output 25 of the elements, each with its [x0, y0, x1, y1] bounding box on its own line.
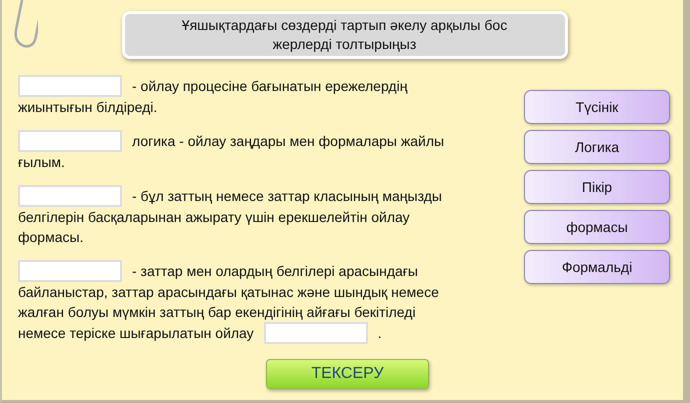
sentence-text: немесе теріске шығарылатын ойлау — [18, 324, 254, 343]
word-tile[interactable]: Түсінік — [524, 90, 670, 124]
word-tile[interactable]: Логика — [524, 130, 670, 164]
sentence-text: ғылым. — [18, 153, 65, 172]
sentence-text: белгілерін басқаларынан ажырату үшін ерекшелейтін ойлау — [18, 208, 410, 227]
drop-field[interactable] — [18, 185, 122, 207]
sentence-text: байланыстар, заттар арасындағы қатынас және шындық немесе — [18, 283, 439, 302]
drop-field[interactable] — [264, 322, 368, 344]
sentence-text: жиынтығын білдіреді. — [18, 98, 158, 117]
word-tile[interactable]: Пікір — [524, 170, 670, 204]
sentence-text: логика - ойлау заңдары мен формалары жайлы — [132, 132, 444, 151]
sentence-text: . — [378, 324, 382, 343]
word-tile[interactable]: формасы — [524, 210, 670, 244]
sentence-text: - заттар мен олардың белгілері арасындағы — [132, 262, 418, 281]
drop-field[interactable] — [18, 260, 122, 282]
sentence-text: - ойлау процесіне бағынатын ережелердің — [132, 77, 408, 96]
sentence-text: жалған болуы мүмкін заттың бар екендігінің айғағы бекітіледі — [18, 303, 416, 322]
check-button[interactable]: ТЕКСЕРУ — [266, 359, 429, 389]
sentence-text: формасы. — [18, 228, 84, 247]
drop-field[interactable] — [18, 75, 122, 97]
sentence-text: - бұл заттың немесе заттар класының маңызды — [132, 187, 442, 206]
instruction-title: Ұяшықтардағы сөздерді тартып әкелу арқылы бос жерлерді толтырыңыз — [122, 11, 568, 59]
drop-field[interactable] — [18, 130, 122, 152]
paperclip-icon — [14, 0, 38, 50]
word-tile[interactable]: Формальді — [524, 250, 670, 284]
